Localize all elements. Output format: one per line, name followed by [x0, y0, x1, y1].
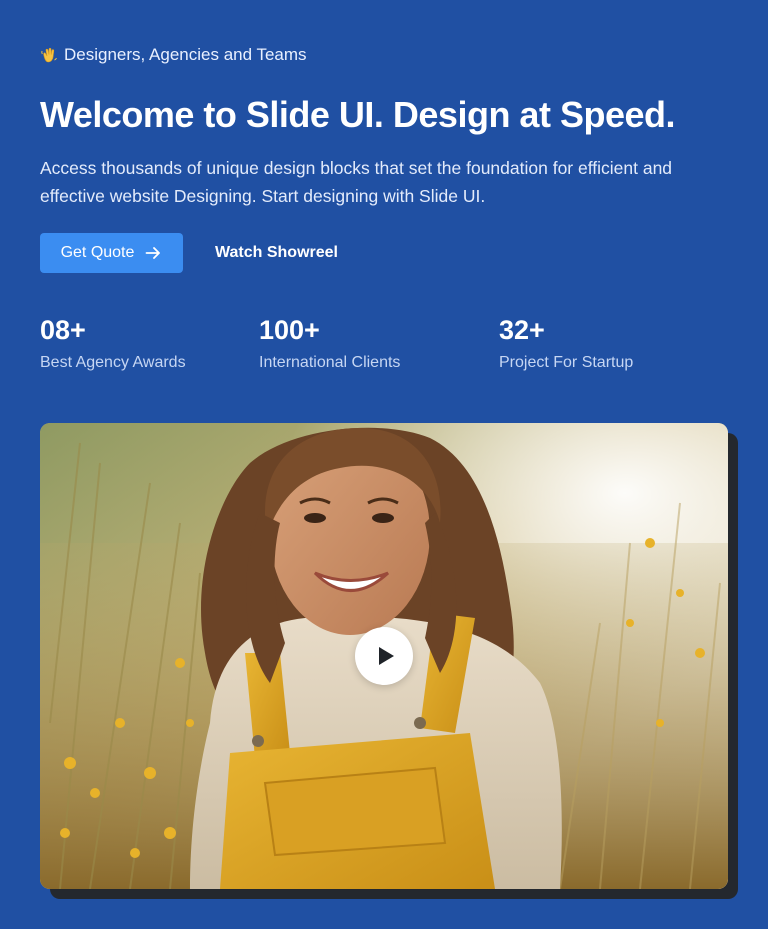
eyebrow-text: Designers, Agencies and Teams: [64, 45, 307, 64]
waving-hand-icon: [40, 46, 58, 64]
get-quote-label: Get Quote: [60, 244, 135, 261]
showreel-media: [40, 423, 728, 889]
stat-label: Project For Startup: [499, 354, 634, 371]
stat-label: Best Agency Awards: [40, 354, 186, 371]
stats-row: 08+ Best Agency Awards 100+ Internationa…: [40, 313, 700, 383]
stat-projects: 32+ Project For Startup: [499, 313, 633, 373]
page-title: Welcome to Slide UI. Design at Speed.: [40, 94, 675, 135]
watch-showreel-button[interactable]: Watch Showreel: [215, 244, 338, 262]
hero-section: Designers, Agencies and Teams Welcome to…: [0, 0, 768, 929]
hero-description: Access thousands of unique design blocks…: [40, 158, 673, 206]
stat-value: 32+: [499, 315, 545, 345]
play-icon: [379, 647, 394, 665]
arrow-right-icon: [146, 247, 161, 259]
stat-awards: 08+ Best Agency Awards: [40, 313, 186, 373]
stat-value: 08+: [40, 315, 86, 345]
play-video-button[interactable]: [355, 627, 413, 685]
cta-group: Get Quote Watch Showreel: [40, 233, 338, 273]
stat-value: 100+: [259, 315, 320, 345]
stat-label: International Clients: [259, 354, 401, 371]
stat-clients: 100+ International Clients: [259, 313, 400, 373]
eyebrow: Designers, Agencies and Teams: [40, 44, 307, 66]
get-quote-button[interactable]: Get Quote: [40, 233, 183, 273]
